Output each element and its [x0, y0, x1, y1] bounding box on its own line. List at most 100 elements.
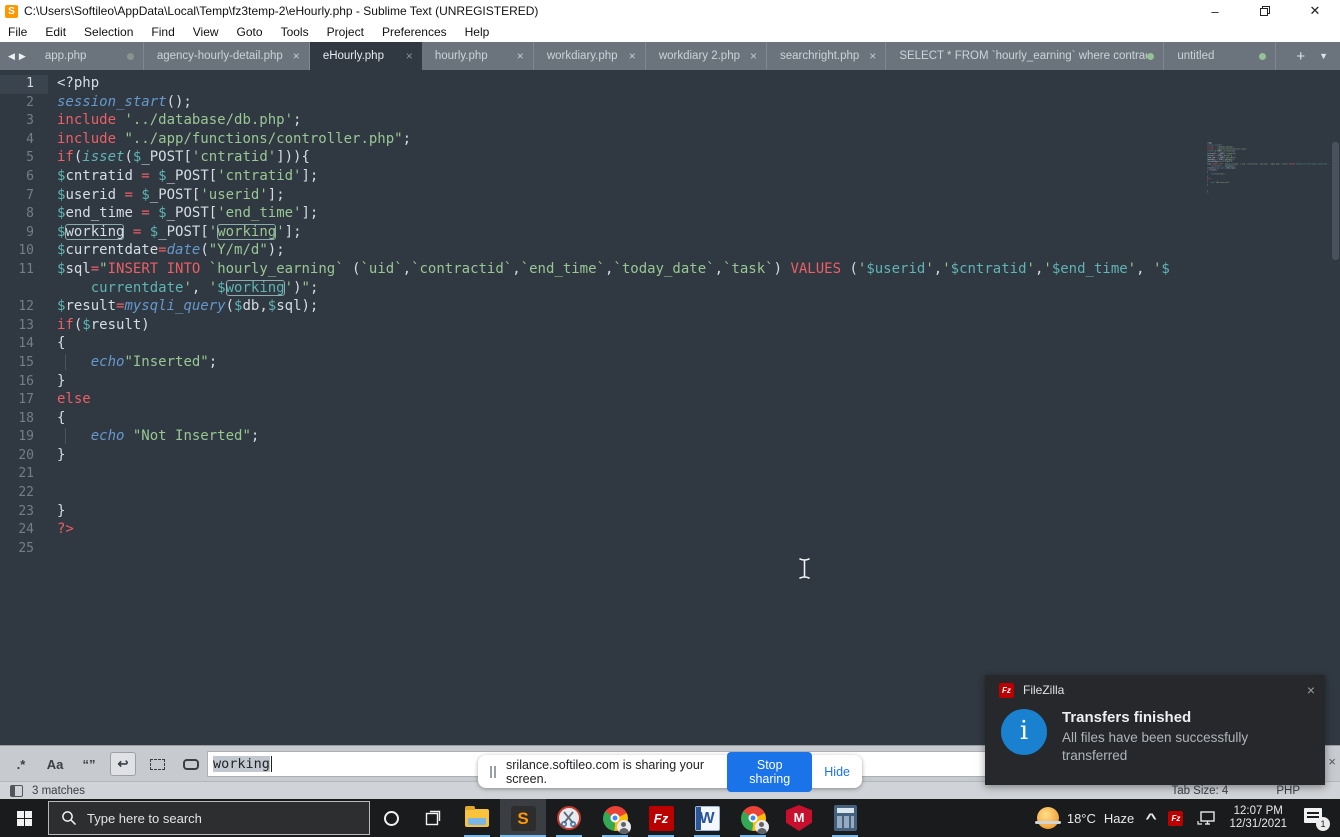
network-icon[interactable] — [1196, 809, 1216, 827]
menu-edit[interactable]: Edit — [45, 25, 66, 39]
filezilla-notification: Fz FileZilla × i Transfers finished All … — [985, 675, 1325, 785]
regex-toggle[interactable]: .* — [8, 752, 34, 776]
tab-hourly-php[interactable]: hourly.php × — [422, 42, 534, 70]
tab-close-icon[interactable]: × — [291, 49, 300, 63]
tab-nav-back-icon[interactable]: ◀ — [8, 51, 15, 62]
editor-area[interactable]: 1<?php2session_start();3include '../data… — [0, 70, 1340, 745]
tab-close-icon[interactable]: × — [627, 49, 636, 63]
code-line: 18{ — [0, 409, 1340, 428]
taskbar: Type here to search S Fz W M — [0, 799, 1340, 837]
wrap-toggle[interactable]: ↩ — [110, 752, 136, 776]
in-selection-toggle[interactable] — [144, 752, 170, 776]
drag-handle-icon[interactable] — [490, 766, 496, 778]
line-number: 20 — [0, 447, 48, 466]
find-panel-close-icon[interactable]: × — [1328, 754, 1336, 769]
line-number: 8 — [0, 205, 48, 224]
tab-close-icon[interactable]: × — [404, 49, 413, 63]
highlight-matches-icon — [183, 759, 199, 770]
menu-tools[interactable]: Tools — [281, 25, 309, 39]
menu-find[interactable]: Find — [151, 25, 174, 39]
tab-agency-hourly-detail-php[interactable]: agency-hourly-detail.php× — [144, 42, 310, 70]
tab-label: hourly.php — [435, 50, 496, 62]
restore-button[interactable] — [1260, 6, 1270, 16]
minimap[interactable]: <?phpsession_start();include '../databas… — [1206, 142, 1330, 206]
case-sensitive-toggle[interactable]: Aa — [42, 752, 68, 776]
line-number: 24 — [0, 521, 48, 540]
highlight-matches-toggle[interactable] — [178, 752, 204, 776]
line-number: 7 — [0, 187, 48, 206]
menu-view[interactable]: View — [193, 25, 219, 39]
taskbar-filezilla[interactable]: Fz — [638, 799, 684, 837]
taskbar-snipping-tool[interactable] — [546, 799, 592, 837]
file-explorer-icon — [465, 809, 489, 827]
minimize-button[interactable]: – — [1208, 4, 1222, 19]
tab-label: workdiary 2.php — [659, 50, 748, 62]
taskbar-chrome-profile-1[interactable] — [592, 799, 638, 837]
tab-nav-forward-icon[interactable]: ▶ — [19, 51, 26, 62]
panel-toggle-icon[interactable] — [10, 785, 23, 797]
menu-help[interactable]: Help — [465, 25, 490, 39]
code-line: 14{ — [0, 334, 1340, 353]
tab-modified-dot-icon — [127, 53, 134, 60]
tab-workdiary-2-php[interactable]: workdiary 2.php× — [646, 42, 767, 70]
taskbar-mcafee[interactable]: M — [776, 799, 822, 837]
tab-close-icon[interactable]: × — [748, 49, 757, 63]
scrollbar-thumb[interactable] — [1332, 142, 1339, 260]
syntax-indicator[interactable]: PHP — [1276, 785, 1300, 797]
tab-untitled[interactable]: untitled — [1164, 42, 1276, 70]
line-number: 25 — [0, 540, 48, 559]
tab-app-php[interactable]: app.php — [32, 42, 144, 70]
tab-strip: app.phpagency-hourly-detail.php×eHourly.… — [32, 42, 1284, 70]
stop-sharing-button[interactable]: Stop sharing — [727, 752, 812, 792]
taskbar-word[interactable]: W — [684, 799, 730, 837]
editor-scrollbar[interactable] — [1331, 142, 1340, 745]
taskbar-file-explorer[interactable] — [454, 799, 500, 837]
close-button[interactable]: ✕ — [1308, 3, 1322, 19]
hide-link[interactable]: Hide — [824, 765, 850, 779]
notification-close-icon[interactable]: × — [1307, 682, 1315, 698]
tray-time: 12:07 PM — [1229, 805, 1287, 818]
menu-goto[interactable]: Goto — [237, 25, 263, 39]
weather-widget[interactable]: 18°C Haze — [1037, 807, 1134, 829]
tab-ehourly-php[interactable]: eHourly.php × — [310, 42, 422, 70]
new-tab-button[interactable]: + — [1296, 48, 1305, 65]
menu-file[interactable]: File — [8, 25, 27, 39]
system-tray: 18°C Haze ^ Fz 12:07 PM 12/31/2021 1 — [1037, 799, 1340, 837]
action-center-button[interactable]: 1 — [1300, 806, 1330, 830]
tab-close-icon[interactable]: × — [867, 49, 876, 63]
task-view-button[interactable] — [412, 799, 454, 837]
match-count: 3 matches — [32, 785, 85, 797]
menu-project[interactable]: Project — [327, 25, 364, 39]
tab-label: eHourly.php — [323, 50, 392, 62]
tab-overflow-icon[interactable]: ▼ — [1319, 51, 1328, 61]
tab-searchright-php[interactable]: searchright.php× — [767, 42, 886, 70]
menu-preferences[interactable]: Preferences — [382, 25, 447, 39]
tab-workdiary-php[interactable]: workdiary.php× — [534, 42, 646, 70]
tray-expand-icon[interactable]: ^ — [1146, 810, 1157, 826]
whole-word-toggle[interactable]: “” — [76, 752, 102, 776]
info-icon: i — [1001, 709, 1047, 755]
cortana-button[interactable] — [370, 799, 412, 837]
tab-bar: ◀ ▶ app.phpagency-hourly-detail.php×eHou… — [0, 42, 1340, 70]
clock[interactable]: 12:07 PM 12/31/2021 — [1229, 805, 1287, 831]
share-message: srilance.softileo.com is sharing your sc… — [506, 758, 717, 786]
code-line: 13if($result) — [0, 316, 1340, 335]
tray-filezilla-icon[interactable]: Fz — [1168, 811, 1183, 826]
line-number: 17 — [0, 391, 48, 410]
tab-size-indicator[interactable]: Tab Size: 4 — [1171, 785, 1228, 797]
window-titlebar: S C:\Users\Softileo\AppData\Local\Temp\f… — [0, 0, 1340, 22]
tab-close-icon[interactable]: × — [515, 49, 524, 63]
code-line: 9$working = $_POST['working']; — [0, 223, 1340, 242]
taskbar-sublime-text[interactable]: S — [500, 799, 546, 837]
taskbar-search[interactable]: Type here to search — [48, 801, 370, 835]
notification-badge: 1 — [1316, 817, 1330, 831]
line-number: 9 — [0, 224, 48, 243]
text-caret — [271, 756, 272, 772]
code-line: 3include '../database/db.php'; — [0, 111, 1340, 130]
code-view[interactable]: 1<?php2session_start();3include '../data… — [0, 70, 1340, 557]
start-button[interactable] — [0, 799, 48, 837]
menu-selection[interactable]: Selection — [84, 25, 133, 39]
taskbar-calculator[interactable] — [822, 799, 868, 837]
tab-select-from-hourly-earning-where-contractid-1[interactable]: SELECT * FROM `hourly_earning` where con… — [886, 42, 1164, 70]
taskbar-chrome-profile-2[interactable] — [730, 799, 776, 837]
